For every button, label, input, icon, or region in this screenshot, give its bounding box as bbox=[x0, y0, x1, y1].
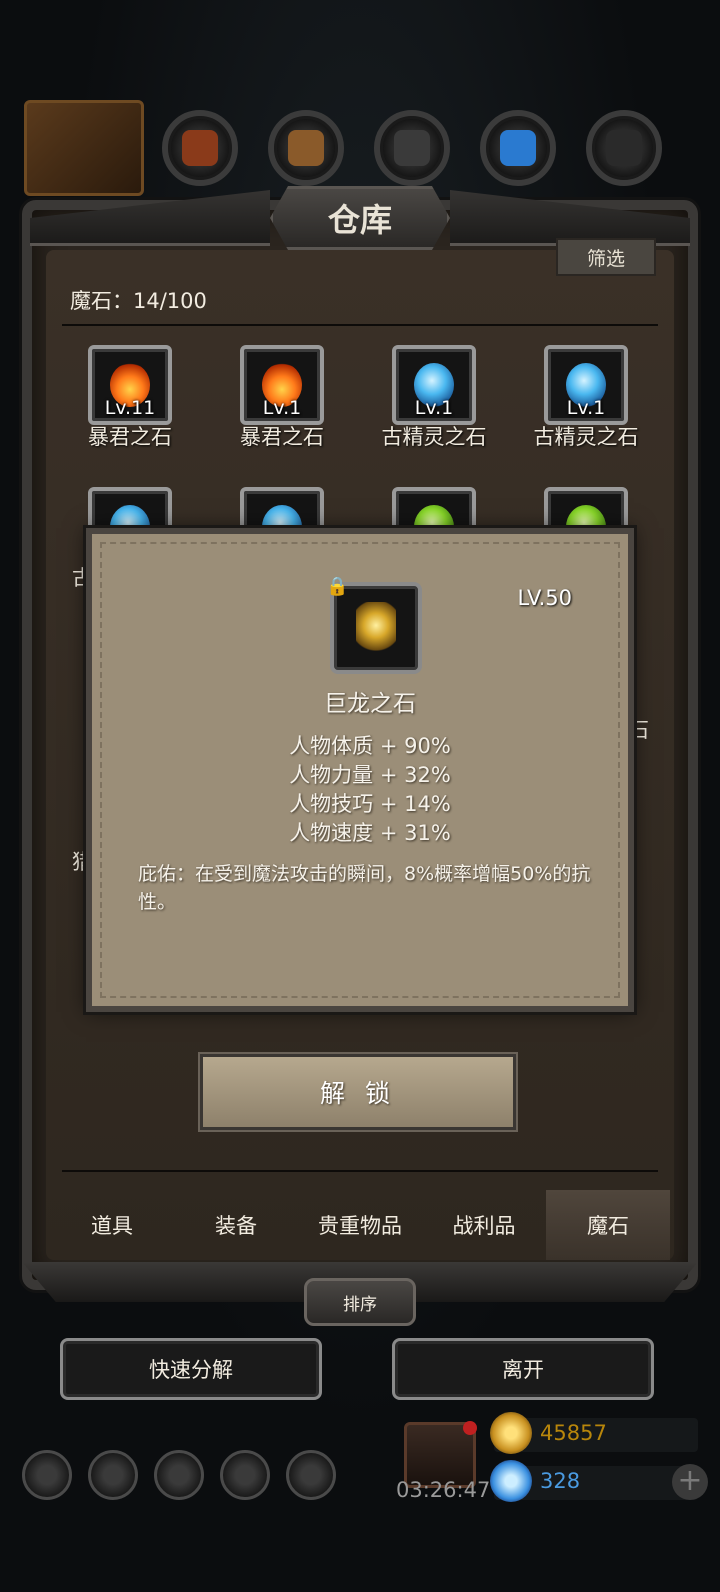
tab-magic-stones[interactable]: 魔石 bbox=[546, 1190, 670, 1260]
unlock-button[interactable]: 解 锁 bbox=[200, 1054, 516, 1130]
menu-icon[interactable] bbox=[286, 1450, 336, 1500]
dragon-stone-slot: 🔒 bbox=[326, 576, 422, 674]
grid-item[interactable]: Lv.1 古精灵之石 bbox=[516, 345, 656, 455]
stone-description: 庇佑：在受到魔法攻击的瞬间，8%概率增幅50%的抗性。 bbox=[138, 863, 591, 913]
character-portrait[interactable] bbox=[24, 100, 144, 196]
unlock-label: 解 锁 bbox=[320, 1079, 396, 1108]
item-level: Lv.1 bbox=[566, 397, 606, 419]
stat-line: 人物体质 + 90% bbox=[289, 734, 451, 758]
crystal-resource-icon[interactable] bbox=[480, 110, 556, 186]
stat-line: 人物速度 + 31% bbox=[289, 821, 451, 845]
add-currency-icon[interactable]: + bbox=[672, 1464, 708, 1500]
stat-line: 人物力量 + 32% bbox=[289, 763, 451, 787]
stone-resource-icon[interactable] bbox=[374, 110, 450, 186]
tab-items[interactable]: 道具 bbox=[50, 1190, 174, 1260]
tab-equipment[interactable]: 装备 bbox=[174, 1190, 298, 1260]
divider-bottom bbox=[62, 1170, 658, 1172]
leather-resource-icon[interactable] bbox=[162, 110, 238, 186]
menu-icon[interactable] bbox=[154, 1450, 204, 1500]
tab-valuables[interactable]: 贵重物品 bbox=[298, 1190, 422, 1260]
gift-timer: 03:26:47 bbox=[396, 1478, 491, 1502]
wood-resource-icon[interactable] bbox=[268, 110, 344, 186]
item-name: 古精灵之石 bbox=[381, 425, 487, 449]
menu-icon[interactable] bbox=[22, 1450, 72, 1500]
gold-display: 45857 bbox=[490, 1412, 698, 1454]
stone-count-label: 魔石：14/100 bbox=[70, 289, 207, 313]
item-detail-popup: 🔒 LV.50 巨龙之石 人物体质 + 90% 人物力量 + 32% 人物技巧 … bbox=[86, 528, 634, 1012]
category-tabs: 道具 装备 贵重物品 战利品 魔石 bbox=[50, 1190, 670, 1260]
grid-item[interactable]: Lv.1 古精灵之石 bbox=[364, 345, 504, 455]
lock-icon: 🔒 bbox=[326, 576, 349, 597]
grid-item[interactable]: Lv.1 暴君之石 bbox=[212, 345, 352, 455]
item-name: 暴君之石 bbox=[240, 425, 324, 449]
gem-amount: 328 bbox=[540, 1469, 581, 1493]
item-level: Lv.1 bbox=[414, 397, 454, 419]
menu-icon[interactable] bbox=[88, 1450, 138, 1500]
iron-resource-icon[interactable] bbox=[586, 110, 662, 186]
notification-dot bbox=[463, 1421, 477, 1435]
item-name: 古精灵之石 bbox=[533, 425, 639, 449]
popup-frame: 🔒 LV.50 巨龙之石 人物体质 + 90% 人物力量 + 32% 人物技巧 … bbox=[100, 542, 620, 998]
gold-amount: 45857 bbox=[540, 1421, 607, 1445]
sort-button[interactable]: 排序 bbox=[304, 1278, 416, 1326]
menu-icon[interactable] bbox=[220, 1450, 270, 1500]
item-level: Lv.1 bbox=[262, 397, 302, 419]
grid-item[interactable]: Lv.11 暴君之石 bbox=[60, 345, 200, 455]
gem-display: 328 bbox=[490, 1460, 698, 1502]
stat-line: 人物技巧 + 14% bbox=[289, 792, 451, 816]
resource-row bbox=[20, 100, 700, 200]
gem-icon bbox=[490, 1460, 532, 1502]
title-plate: 仓库 bbox=[270, 186, 450, 250]
dragon-stone-icon bbox=[356, 602, 396, 654]
stat-list: 人物体质 + 90% 人物力量 + 32% 人物技巧 + 14% 人物速度 + … bbox=[102, 732, 638, 848]
gold-coin-icon bbox=[490, 1412, 532, 1454]
popup-level: LV.50 bbox=[517, 586, 572, 610]
filter-button[interactable]: 筛选 bbox=[556, 238, 656, 276]
tab-loot[interactable]: 战利品 bbox=[422, 1190, 546, 1260]
quick-decompose-button[interactable]: 快速分解 bbox=[60, 1338, 322, 1400]
popup-title: 巨龙之石 bbox=[324, 691, 416, 717]
item-level: Lv.11 bbox=[104, 397, 156, 419]
item-name: 暴君之石 bbox=[88, 425, 172, 449]
page-title: 仓库 bbox=[327, 201, 392, 239]
divider-top bbox=[62, 324, 658, 326]
leave-button[interactable]: 离开 bbox=[392, 1338, 654, 1400]
